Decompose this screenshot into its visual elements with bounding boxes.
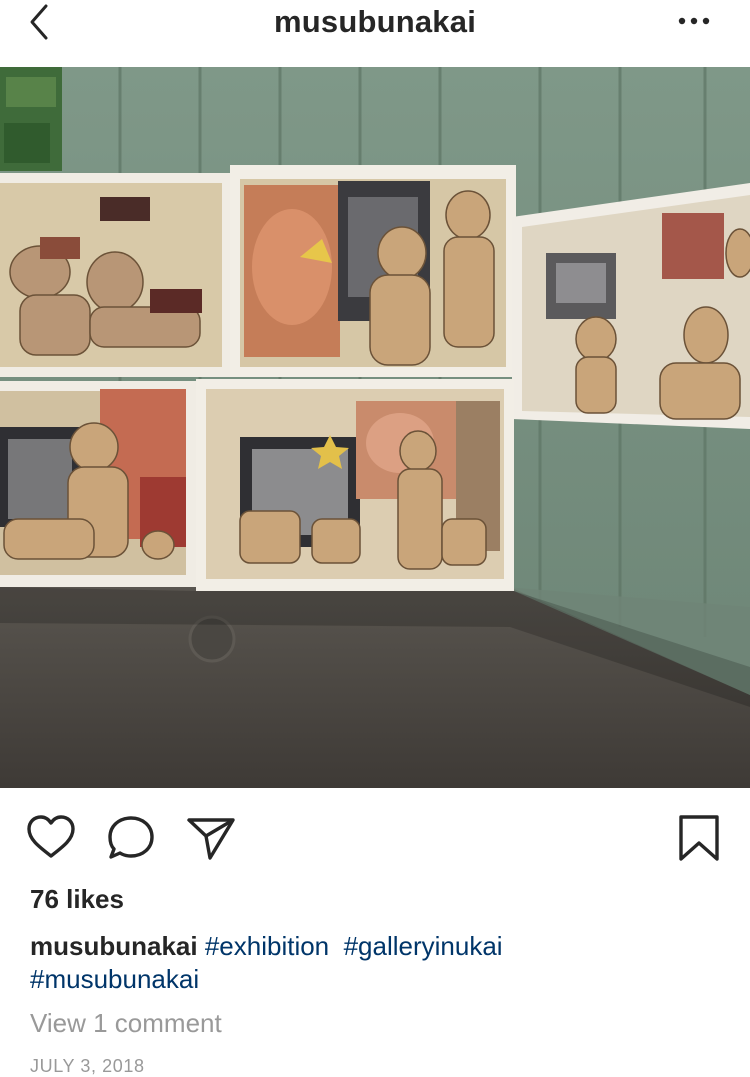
share-button[interactable]: [186, 814, 236, 862]
hashtag-galleryinukai[interactable]: #galleryinukai: [344, 931, 503, 961]
post-caption: musubunakai #exhibition #galleryinukai #…: [30, 930, 720, 996]
post-header: musubunakai: [0, 0, 750, 66]
heart-icon: [27, 815, 75, 858]
likes-count[interactable]: 76 likes: [30, 884, 124, 915]
more-options-button[interactable]: [676, 14, 712, 28]
photo-icon: [0, 67, 750, 788]
header-username[interactable]: musubunakai: [0, 4, 750, 40]
hashtag-exhibition[interactable]: #exhibition: [205, 931, 329, 961]
hashtag-musubunakai[interactable]: #musubunakai: [30, 964, 199, 994]
bookmark-icon: [679, 815, 719, 861]
like-button[interactable]: [26, 814, 76, 862]
comment-bubble-icon: [108, 816, 154, 859]
save-button[interactable]: [674, 814, 724, 862]
comment-button[interactable]: [106, 814, 156, 862]
caption-username[interactable]: musubunakai: [30, 931, 198, 961]
post-actions: [0, 806, 750, 870]
more-horizontal-icon: [678, 17, 710, 25]
view-comments-link[interactable]: View 1 comment: [30, 1008, 222, 1039]
paper-plane-icon: [187, 818, 235, 860]
post-photo[interactable]: [0, 67, 750, 788]
post-date: JULY 3, 2018: [30, 1056, 145, 1076]
